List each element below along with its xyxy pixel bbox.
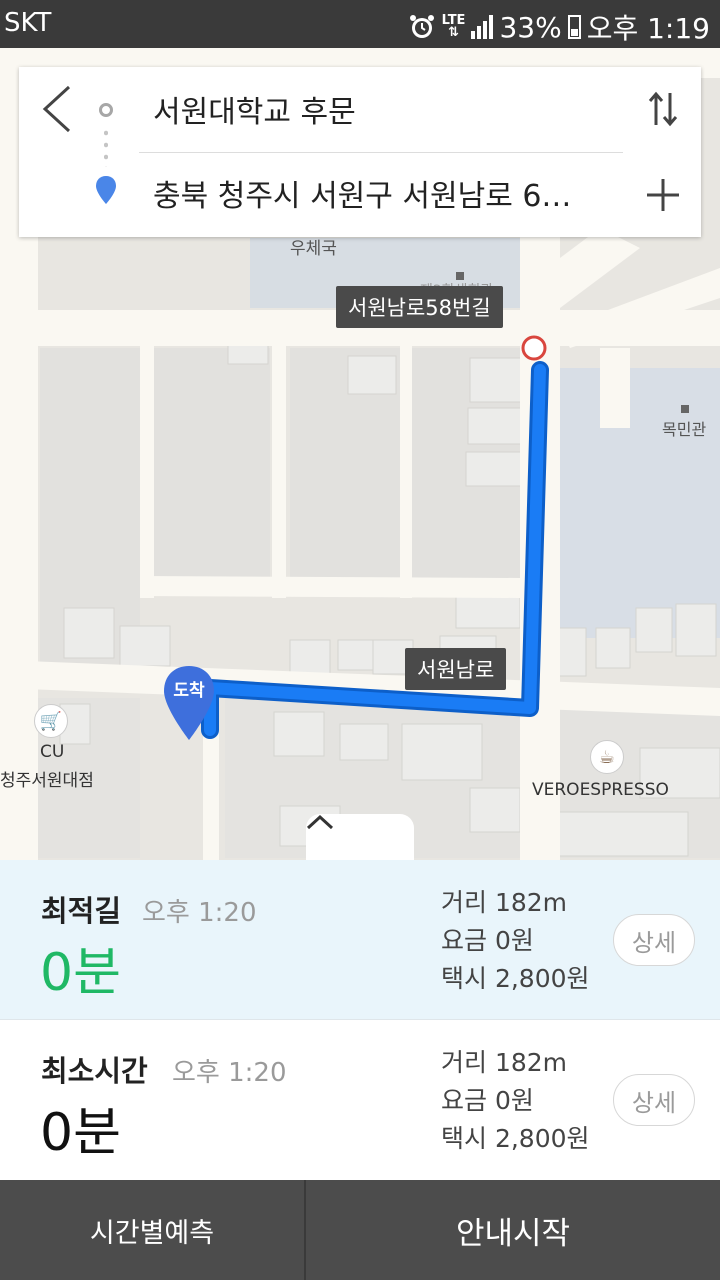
time-forecast-button[interactable]: 시간별예측 xyxy=(0,1180,306,1280)
route-name: 최소시간 xyxy=(41,1054,148,1088)
start-navigation-button[interactable]: 안내시작 xyxy=(306,1180,720,1280)
signal-icon xyxy=(471,15,494,39)
route-arrival-time: 오후 1:20 xyxy=(142,898,257,928)
swap-icon[interactable] xyxy=(647,87,679,131)
destination-pin-icon xyxy=(96,176,116,204)
route-arrival-time: 오후 1:20 xyxy=(172,1058,287,1088)
route-distance: 거리 182m xyxy=(441,888,568,917)
route-taxi-fare: 택시 2,800원 xyxy=(441,964,590,993)
route-duration: 0분 xyxy=(40,1103,121,1163)
clock: 오후 1:19 xyxy=(586,12,710,45)
route-option-optimal[interactable]: 최적길 오후 1:20 0분 거리 182m 요금 0원 택시 2,800원 상… xyxy=(0,860,720,1020)
chevron-up-icon xyxy=(306,814,334,830)
route-duration: 0분 xyxy=(40,943,121,1003)
carrier-label: SKT xyxy=(4,8,52,38)
origin-field[interactable]: 서원대학교 후문 xyxy=(153,87,356,131)
route-taxi-fare: 택시 2,800원 xyxy=(441,1124,590,1153)
destination-field[interactable]: 충북 청주시 서원구 서원남로 6… xyxy=(153,171,571,215)
divider xyxy=(139,152,623,153)
lte-icon: LTE ⇅ xyxy=(441,13,466,40)
route-distance: 거리 182m xyxy=(441,1048,568,1077)
map-label-post-office: 우체국 xyxy=(290,239,337,259)
expand-panel-button[interactable] xyxy=(306,814,414,860)
map-label-cu: CU xyxy=(40,742,65,762)
battery-charging-icon xyxy=(567,15,581,39)
battery-percent: 33% xyxy=(499,10,562,44)
cafe-icon[interactable]: ☕ xyxy=(590,740,624,774)
detail-button[interactable]: 상세 xyxy=(613,1074,695,1126)
route-info: 거리 182m 요금 0원 택시 2,800원 xyxy=(441,884,590,998)
route-dots xyxy=(104,127,108,167)
route-info: 거리 182m 요금 0원 택시 2,800원 xyxy=(441,1044,590,1158)
map-label-cafe: VEROESPRESSO xyxy=(532,780,669,800)
bottom-action-bar: 시간별예측 안내시작 xyxy=(0,1180,720,1280)
origin-dot-icon xyxy=(99,103,113,117)
route-search-card: 서원대학교 후문 충북 청주시 서원구 서원남로 6… xyxy=(19,67,701,237)
route-name: 최적길 xyxy=(41,894,122,928)
arrival-pin[interactable]: 도착 xyxy=(162,664,216,742)
alarm-icon xyxy=(409,15,434,38)
detail-button[interactable]: 상세 xyxy=(613,914,695,966)
convenience-store-icon[interactable]: 🛒 xyxy=(34,704,68,738)
map-label-mokmin-hall: 목민관 xyxy=(662,420,707,439)
map-label-cu-branch: 청주서원대점 xyxy=(0,771,94,791)
back-arrow-icon[interactable] xyxy=(39,85,79,133)
road-tag-main: 서원남로 xyxy=(405,648,507,690)
road-tag-58: 서원남로58번길 xyxy=(336,286,503,328)
status-icons: LTE ⇅ 33% 오후 1:19 xyxy=(408,7,710,47)
arrival-pin-label: 도착 xyxy=(173,681,205,701)
route-fee: 요금 0원 xyxy=(441,926,534,955)
route-fee: 요금 0원 xyxy=(441,1086,534,1115)
status-bar: SKT LTE ⇅ 33% 오후 1:19 xyxy=(0,0,720,48)
route-option-fastest[interactable]: 최소시간 오후 1:20 0분 거리 182m 요금 0원 택시 2,800원 … xyxy=(0,1020,720,1180)
plus-icon[interactable] xyxy=(643,173,683,217)
